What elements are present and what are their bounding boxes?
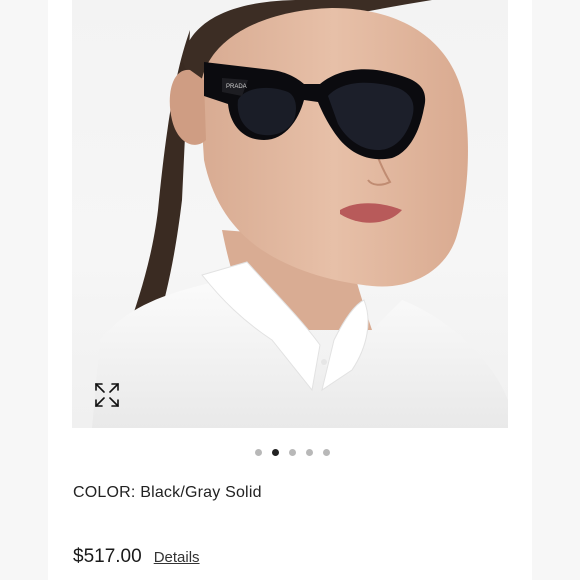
- carousel-dot-1[interactable]: [254, 448, 262, 456]
- product-photo[interactable]: PRADA: [72, 0, 508, 428]
- product-page: PRADA COLOR: Black/Gray Solid $517.00 De…: [0, 0, 580, 580]
- carousel-indicator: [0, 446, 580, 458]
- carousel-dot-3[interactable]: [288, 448, 296, 456]
- svg-text:PRADA: PRADA: [226, 84, 247, 90]
- expand-image-button[interactable]: [92, 380, 122, 410]
- color-label: COLOR:: [73, 484, 136, 501]
- expand-arrows-icon: [95, 383, 119, 407]
- details-link[interactable]: Details: [154, 549, 200, 566]
- color-info: COLOR: Black/Gray Solid: [73, 484, 262, 502]
- carousel-dot-2[interactable]: [271, 448, 279, 456]
- carousel-dot-4[interactable]: [305, 448, 313, 456]
- price: $517.00: [73, 546, 142, 567]
- carousel-dot-5[interactable]: [322, 448, 330, 456]
- color-value: Black/Gray Solid: [140, 484, 262, 501]
- price-row: $517.00 Details: [73, 546, 200, 568]
